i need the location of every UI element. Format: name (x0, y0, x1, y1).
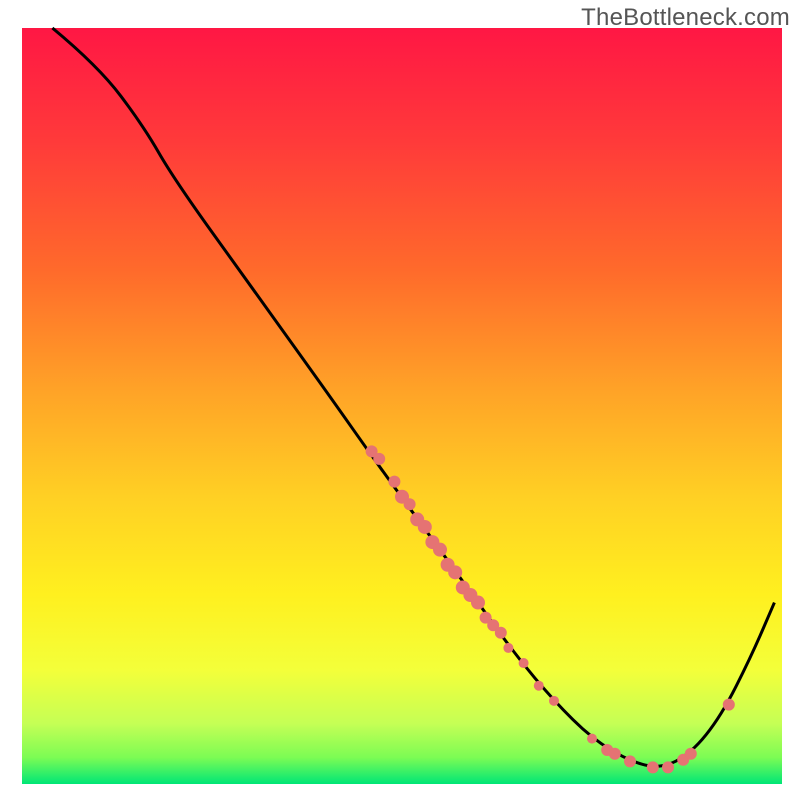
data-point (587, 734, 597, 744)
watermark-text: TheBottleneck.com (581, 4, 790, 32)
data-point (519, 658, 529, 668)
data-point (503, 643, 513, 653)
data-point (471, 596, 485, 610)
data-point (433, 543, 447, 557)
data-point (723, 699, 735, 711)
data-point (495, 627, 507, 639)
data-point (534, 681, 544, 691)
data-point (609, 748, 621, 760)
chart-container: TheBottleneck.com (0, 0, 800, 800)
data-point (647, 761, 659, 773)
data-point (448, 565, 462, 579)
data-point (373, 453, 385, 465)
data-point (388, 476, 400, 488)
data-point (418, 520, 432, 534)
data-point (404, 498, 416, 510)
plot-background (22, 28, 782, 784)
data-point (549, 696, 559, 706)
bottleneck-chart (0, 0, 800, 800)
data-point (624, 755, 636, 767)
data-point (662, 761, 674, 773)
data-point (685, 748, 697, 760)
